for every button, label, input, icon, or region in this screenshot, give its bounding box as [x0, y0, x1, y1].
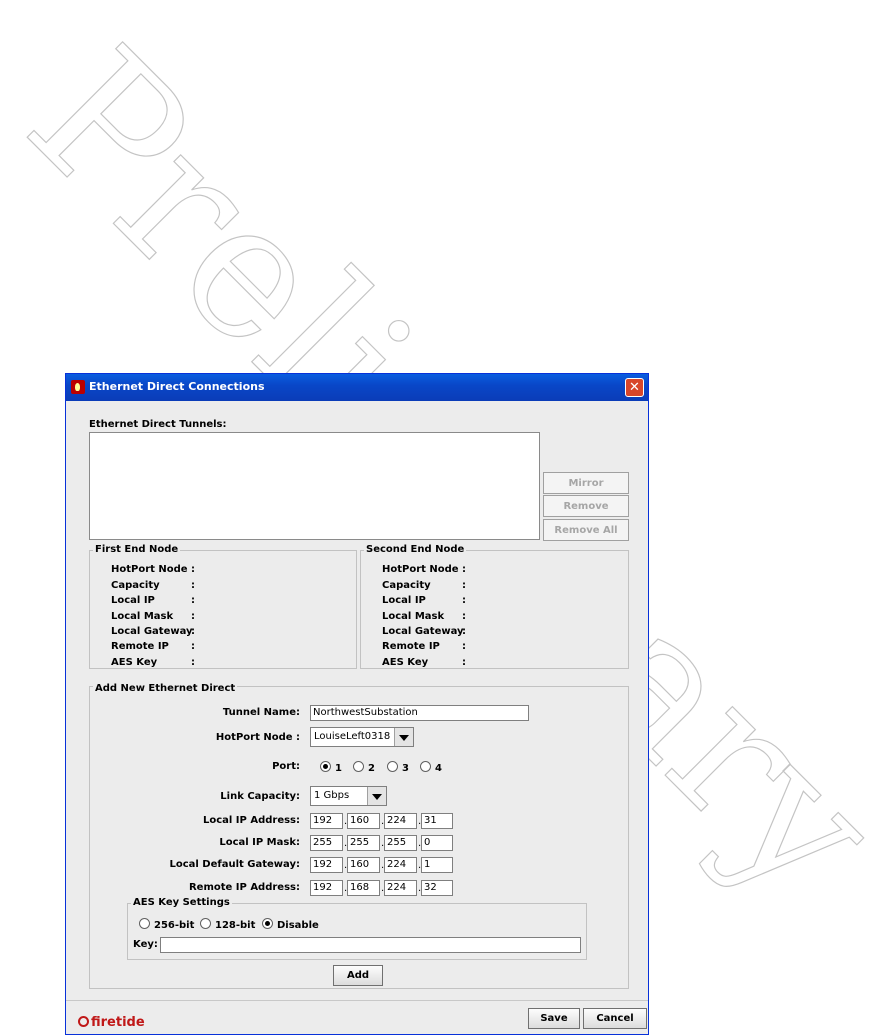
- radio-icon: [387, 761, 398, 772]
- remove-all-button[interactable]: Remove All: [543, 519, 629, 541]
- aes-key-title: AES Key Settings: [131, 897, 232, 908]
- remove-button[interactable]: Remove: [543, 495, 629, 517]
- port-radio-4[interactable]: 4: [420, 761, 442, 774]
- local-ip-octet-1[interactable]: 192: [310, 813, 343, 829]
- local-ip-octet-4[interactable]: 31: [421, 813, 453, 829]
- hotport-node-label: HotPort Node :: [215, 732, 300, 743]
- ethernet-direct-dialog: Ethernet Direct Connections ✕ Ethernet D…: [65, 373, 649, 1035]
- radio-selected-icon: [262, 918, 273, 929]
- app-flame-icon: [71, 380, 85, 394]
- firetide-logo: firetide: [78, 1015, 145, 1030]
- local-mask-label: Local IP Mask:: [219, 837, 300, 848]
- radio-icon: [353, 761, 364, 772]
- remote-ip-label: Remote IP Address:: [188, 882, 300, 893]
- second-hotport-row: HotPort Node:: [382, 564, 466, 575]
- local-ip-octet-3[interactable]: 224: [384, 813, 417, 829]
- gateway-octet-1[interactable]: 192: [310, 857, 343, 873]
- radio-icon: [139, 918, 150, 929]
- link-capacity-select[interactable]: 1 Gbps: [310, 786, 387, 806]
- second-local-mask-row: Local Mask:: [382, 611, 466, 622]
- local-ip-octet-2[interactable]: 160: [347, 813, 380, 829]
- chevron-down-icon[interactable]: [367, 787, 386, 805]
- second-remote-ip-row: Remote IP:: [382, 641, 466, 652]
- second-end-node-group: Second End Node HotPort Node: Capacity: …: [360, 544, 629, 669]
- aes-disable-radio[interactable]: Disable: [262, 918, 319, 931]
- aes-128-radio[interactable]: 128-bit: [200, 918, 255, 931]
- first-end-node-group: First End Node HotPort Node: Capacity: L…: [89, 544, 357, 669]
- port-radio-2[interactable]: 2: [353, 761, 375, 774]
- second-local-ip-row: Local IP:: [382, 595, 466, 606]
- first-local-ip-row: Local IP:: [111, 595, 195, 606]
- aes-key-label: Key:: [133, 939, 158, 950]
- remote-ip-octet-4[interactable]: 32: [421, 880, 453, 896]
- aes-key-input[interactable]: [160, 937, 581, 953]
- local-ip-label: Local IP Address:: [202, 815, 300, 826]
- local-mask-octet-3[interactable]: 255: [384, 835, 417, 851]
- port-radio-1[interactable]: 1: [320, 761, 342, 774]
- tunnels-list[interactable]: [89, 432, 540, 540]
- mirror-button[interactable]: Mirror: [543, 472, 629, 494]
- radio-selected-icon: [320, 761, 331, 772]
- first-end-node-title: First End Node: [93, 544, 181, 555]
- first-local-gateway-row: Local Gateway:: [111, 626, 195, 637]
- firetide-logo-icon: [78, 1016, 89, 1027]
- radio-icon: [420, 761, 431, 772]
- local-mask-octet-4[interactable]: 0: [421, 835, 453, 851]
- first-capacity-row: Capacity:: [111, 580, 195, 591]
- tunnel-name-input[interactable]: NorthwestSubstation: [310, 705, 529, 721]
- tunnels-label: Ethernet Direct Tunnels:: [89, 419, 227, 430]
- first-aes-key-row: AES Key:: [111, 657, 195, 668]
- radio-icon: [200, 918, 211, 929]
- window-title: Ethernet Direct Connections: [89, 380, 265, 393]
- link-capacity-label: Link Capacity:: [220, 791, 300, 802]
- add-new-title: Add New Ethernet Direct: [93, 683, 238, 694]
- hotport-node-select[interactable]: LouiseLeft0318: [310, 727, 414, 747]
- gateway-octet-3[interactable]: 224: [384, 857, 417, 873]
- port-label: Port:: [272, 761, 300, 772]
- aes-key-group: AES Key Settings 256-bit 128-bit Disable…: [127, 897, 587, 960]
- port-radio-3[interactable]: 3: [387, 761, 409, 774]
- gateway-octet-4[interactable]: 1: [421, 857, 453, 873]
- dialog-footer: firetide Save Cancel: [66, 1000, 648, 1036]
- first-remote-ip-row: Remote IP:: [111, 641, 195, 652]
- add-button[interactable]: Add: [333, 965, 383, 986]
- gateway-label: Local Default Gateway:: [169, 859, 300, 870]
- second-capacity-row: Capacity:: [382, 580, 466, 591]
- save-button[interactable]: Save: [528, 1008, 580, 1029]
- first-local-mask-row: Local Mask:: [111, 611, 195, 622]
- second-local-gateway-row: Local Gateway:: [382, 626, 466, 637]
- close-icon[interactable]: ✕: [625, 378, 644, 397]
- hotport-node-value: LouiseLeft0318: [314, 731, 391, 742]
- chevron-down-icon[interactable]: [394, 728, 413, 746]
- aes-256-radio[interactable]: 256-bit: [139, 918, 194, 931]
- remote-ip-octet-1[interactable]: 192: [310, 880, 343, 896]
- link-capacity-value: 1 Gbps: [314, 790, 350, 801]
- remote-ip-octet-3[interactable]: 224: [384, 880, 417, 896]
- add-new-group: Add New Ethernet Direct Tunnel Name: Nor…: [89, 683, 629, 989]
- local-mask-octet-1[interactable]: 255: [310, 835, 343, 851]
- first-hotport-row: HotPort Node:: [111, 564, 195, 575]
- second-end-node-title: Second End Node: [364, 544, 467, 555]
- tunnel-name-label: Tunnel Name:: [222, 707, 300, 718]
- gateway-octet-2[interactable]: 160: [347, 857, 380, 873]
- remote-ip-octet-2[interactable]: 168: [347, 880, 380, 896]
- second-aes-key-row: AES Key:: [382, 657, 466, 668]
- local-mask-octet-2[interactable]: 255: [347, 835, 380, 851]
- cancel-button[interactable]: Cancel: [583, 1008, 647, 1029]
- title-bar[interactable]: Ethernet Direct Connections ✕: [66, 374, 648, 401]
